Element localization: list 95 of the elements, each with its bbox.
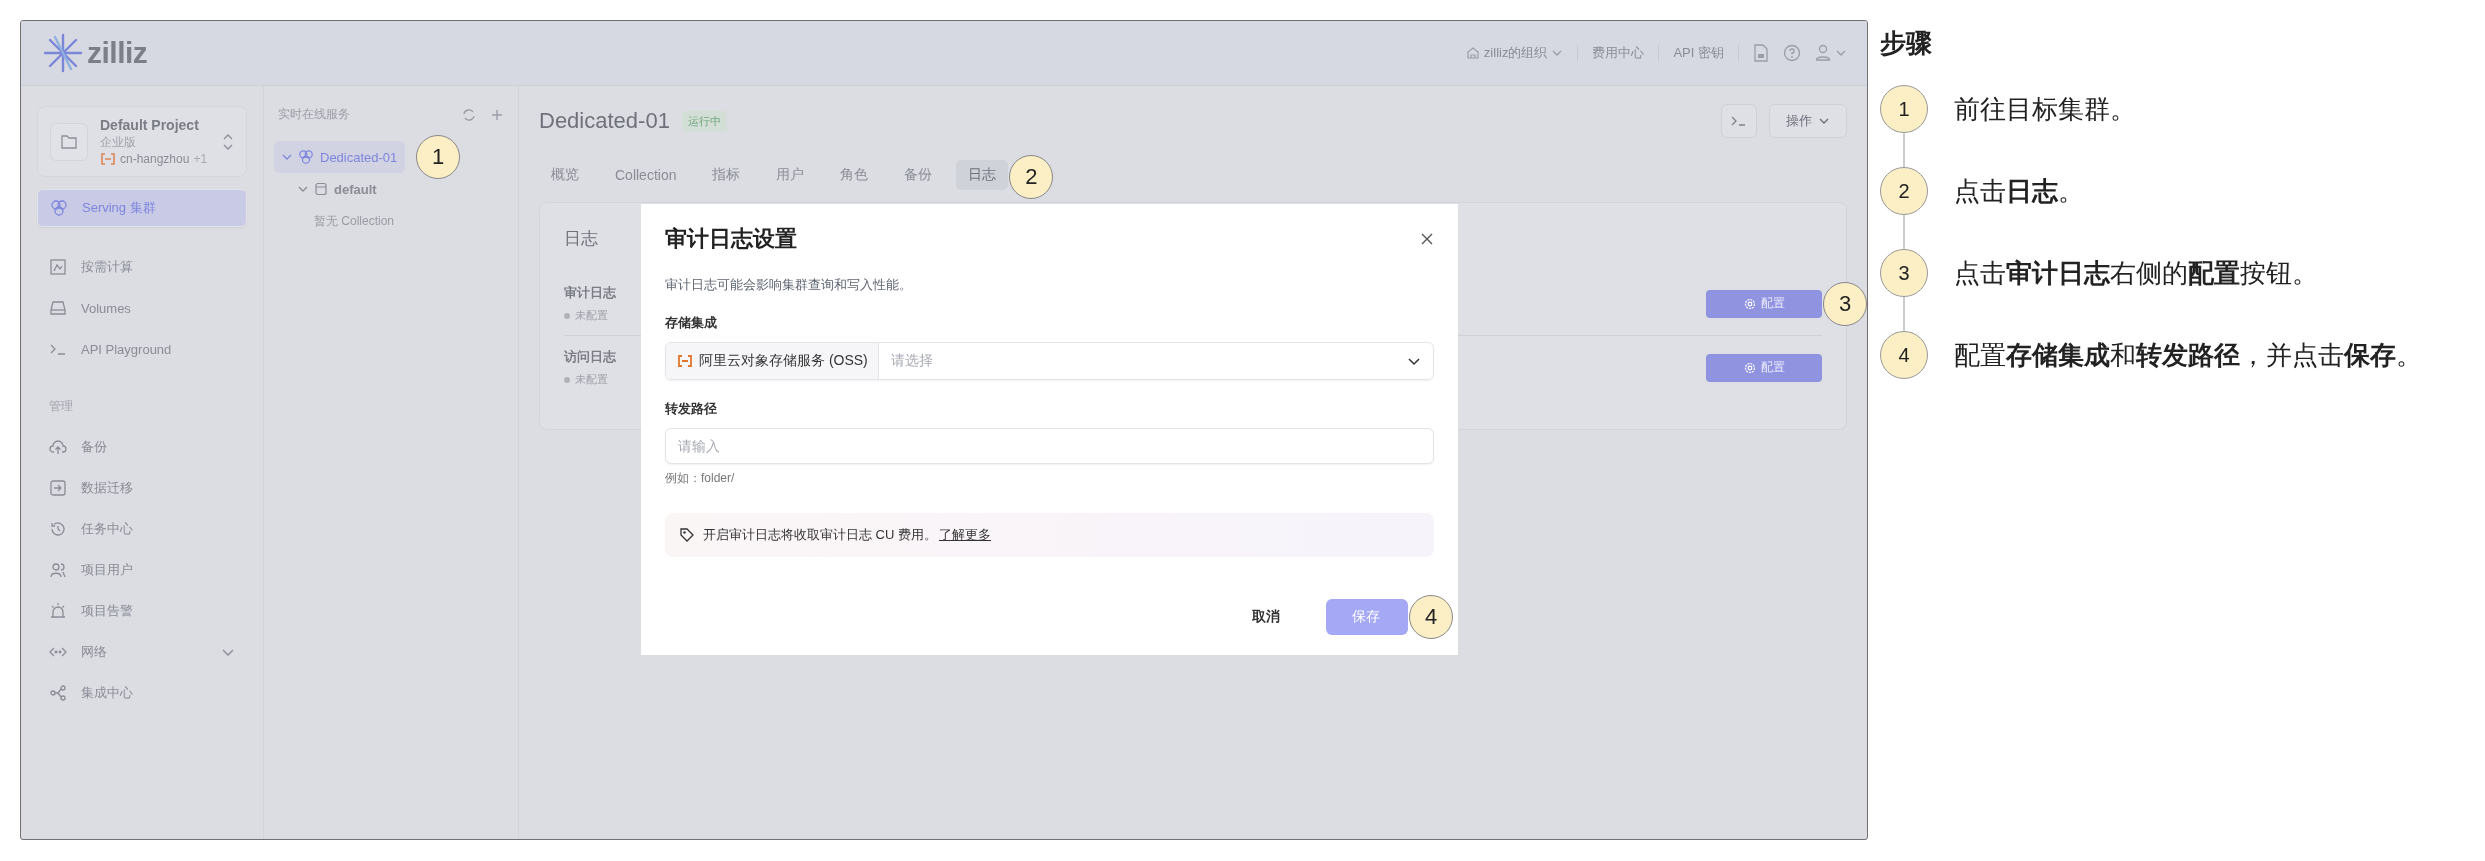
organization-selector[interactable]: zilliz的组织: [1465, 44, 1564, 62]
empty-message: 暂无 Collection: [313, 213, 396, 230]
status-tag: 运行中: [681, 110, 727, 132]
step-text: 配置存储集成和转发路径，并点击保存。: [1954, 339, 2422, 372]
circles-icon: [298, 149, 314, 165]
project-edition: 企业版: [100, 134, 137, 151]
tab[interactable]: 角色: [828, 160, 881, 190]
status-dot: [564, 312, 570, 319]
history-icon: [49, 520, 67, 538]
share-nodes-icon: [49, 684, 67, 702]
cluster-name: Dedicated-01: [539, 108, 670, 134]
tab[interactable]: 指标: [700, 160, 753, 190]
tag-icon: [679, 527, 695, 543]
cloud-provider-icon: [676, 355, 694, 367]
header-link[interactable]: 费用中心: [1592, 44, 1645, 62]
drive-icon: [49, 299, 67, 317]
users-icon: [49, 561, 67, 579]
dialog-description: 审计日志可能会影响集群查询和写入性能。: [665, 276, 913, 294]
nav-item[interactable]: 按需计算: [37, 249, 247, 285]
tab[interactable]: 用户: [764, 160, 817, 190]
import-icon: [49, 479, 67, 497]
nav-item[interactable]: API Playground: [37, 331, 247, 367]
configure-button[interactable]: 配置: [1706, 289, 1822, 318]
step-number: 2: [1880, 167, 1928, 215]
star-logo-icon: [43, 33, 83, 73]
project-name: Default Project: [100, 117, 200, 133]
configure-button[interactable]: 配置: [1706, 353, 1822, 382]
close-icon[interactable]: [1420, 232, 1434, 246]
step-marker: 2: [1009, 155, 1054, 199]
user-icon: [1815, 44, 1831, 62]
nav-item[interactable]: Serving 集群: [37, 189, 247, 227]
step-text: 前往目标集群。: [1954, 93, 2136, 126]
step-number: 4: [1880, 331, 1928, 379]
step-text: 点击日志。: [1954, 175, 2084, 208]
tab[interactable]: 备份: [892, 160, 945, 190]
tab[interactable]: 概览: [539, 160, 591, 190]
add-icon[interactable]: [490, 107, 504, 122]
nav-item[interactable]: 集成中心: [37, 675, 247, 711]
nav-item[interactable]: 项目用户: [37, 552, 247, 588]
save-button[interactable]: 保存: [1326, 599, 1408, 635]
tab[interactable]: 日志: [956, 160, 1009, 190]
step-marker: 4: [1409, 595, 1453, 639]
status-dot: [564, 376, 570, 383]
chart-icon: [49, 258, 67, 276]
terminal-icon: [1731, 115, 1747, 127]
nav-item[interactable]: 项目告警: [37, 593, 247, 629]
folder-icon: [50, 122, 88, 161]
nav-item[interactable]: 任务中心: [37, 511, 247, 547]
panel-title: 实时在线服务: [278, 106, 350, 123]
nav-item[interactable]: 备份: [37, 429, 247, 465]
card-title: 日志: [564, 228, 598, 250]
terminal-button[interactable]: [1721, 104, 1757, 138]
nav-item[interactable]: 数据迁移: [37, 470, 247, 506]
step-text: 点击审计日志右侧的配置按钮。: [1954, 257, 2318, 290]
field-label: 转发路径: [665, 400, 718, 418]
step-number: 3: [1880, 249, 1928, 297]
learn-more-link[interactable]: 了解更多: [939, 526, 991, 544]
gear-icon: [1743, 297, 1756, 310]
chevron-down-icon: [298, 184, 308, 194]
up-down-icon: [222, 132, 234, 151]
header-link[interactable]: API 密钥: [1673, 44, 1724, 62]
logo-text: zilliz: [87, 36, 148, 70]
cloud-provider-icon: [100, 153, 116, 165]
chevron-down-icon: [282, 152, 292, 162]
notice-text: 开启审计日志将收取审计日志 CU 费用。: [703, 526, 937, 544]
field-hint: 例如：folder/: [665, 470, 736, 487]
alarm-icon: [49, 602, 67, 620]
nav-item[interactable]: 网络: [37, 634, 247, 670]
storage-select[interactable]: 阿里云对象存储服务 (OSS) 请选择: [665, 342, 1434, 380]
log-name: 访问日志: [564, 348, 616, 366]
gear-icon: [1743, 361, 1756, 374]
nav-item[interactable]: Volumes: [37, 290, 247, 326]
refresh-icon[interactable]: [462, 107, 476, 122]
select-placeholder: 请选择: [889, 352, 934, 370]
actions-button[interactable]: 操作: [1769, 104, 1847, 138]
path-input[interactable]: 请输入: [665, 428, 1434, 464]
building-icon: [1465, 46, 1480, 60]
dialog-title: 审计日志设置: [665, 225, 797, 253]
step-marker: 3: [1823, 281, 1867, 326]
help-icon[interactable]: [1783, 44, 1801, 62]
steps-title: 步骤: [1880, 27, 1933, 60]
log-name: 审计日志: [564, 284, 616, 302]
tree-item[interactable]: Dedicated-01: [274, 141, 406, 173]
circles-icon: [50, 199, 68, 217]
database-icon: [314, 182, 328, 196]
cancel-button[interactable]: 取消: [1246, 607, 1286, 627]
user-menu[interactable]: [1815, 44, 1847, 62]
field-label: 存储集成: [665, 314, 718, 332]
document-icon[interactable]: [1753, 44, 1769, 62]
provider-label: 阿里云对象存储服务 (OSS): [699, 352, 868, 370]
step-number: 1: [1880, 85, 1928, 133]
project-region: cn-hangzhou: [120, 152, 190, 166]
tab[interactable]: Collection: [603, 161, 689, 189]
step-marker: 1: [416, 135, 460, 179]
cloud-upload-icon: [49, 438, 67, 456]
